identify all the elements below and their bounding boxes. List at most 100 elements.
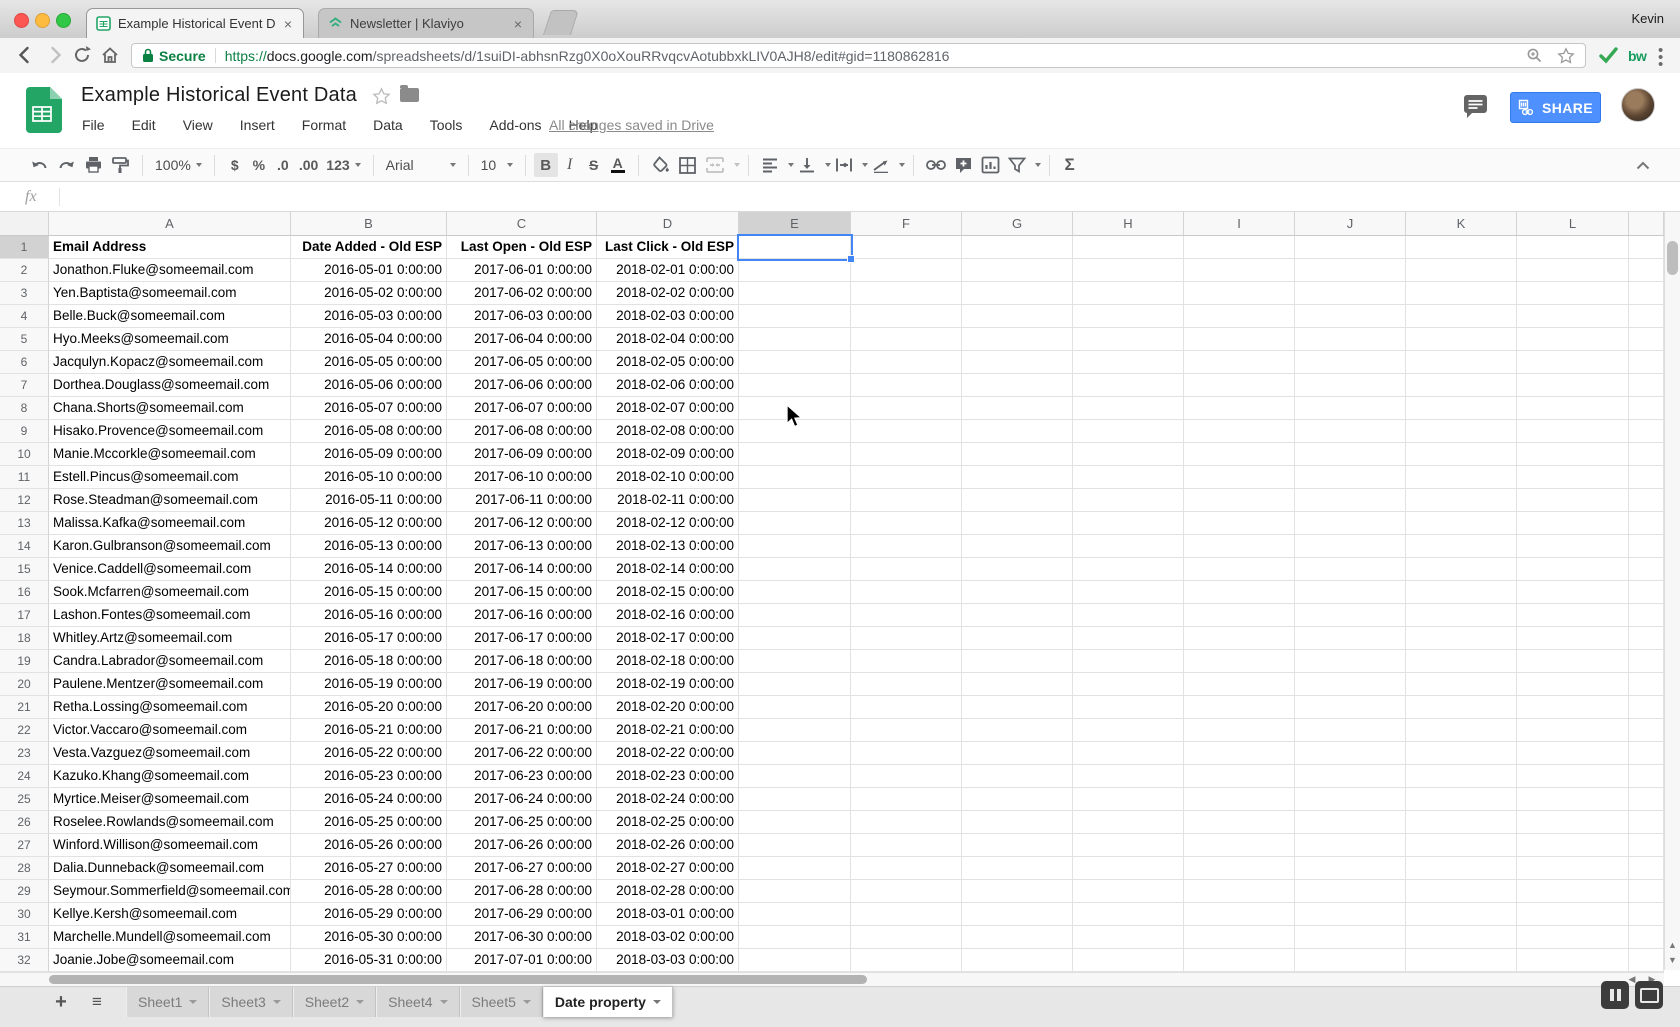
cell-A13[interactable]: Malissa.Kafka@someemail.com xyxy=(49,512,291,535)
cell-G19[interactable] xyxy=(962,650,1073,673)
cell-B12[interactable]: 2016-05-11 0:00:00 xyxy=(291,489,447,512)
cell-D8[interactable]: 2018-02-07 0:00:00 xyxy=(597,397,739,420)
cell-D15[interactable]: 2018-02-14 0:00:00 xyxy=(597,558,739,581)
font-size-select[interactable]: 10 xyxy=(477,153,517,177)
cell-C13[interactable]: 2017-06-12 0:00:00 xyxy=(447,512,597,535)
cell-K19[interactable] xyxy=(1406,650,1517,673)
cell-F12[interactable] xyxy=(851,489,962,512)
cell-C21[interactable]: 2017-06-20 0:00:00 xyxy=(447,696,597,719)
cell-A8[interactable]: Chana.Shorts@someemail.com xyxy=(49,397,291,420)
cell-K32[interactable] xyxy=(1406,949,1517,972)
cell-C7[interactable]: 2017-06-06 0:00:00 xyxy=(447,374,597,397)
cell-I27[interactable] xyxy=(1184,834,1295,857)
zoom-page-icon[interactable] xyxy=(1526,47,1543,64)
cell-G6[interactable] xyxy=(962,351,1073,374)
cell-E21[interactable] xyxy=(739,696,851,719)
cell-J3[interactable] xyxy=(1295,282,1406,305)
text-color-button[interactable]: A xyxy=(606,153,630,177)
cell-D2[interactable]: 2018-02-01 0:00:00 xyxy=(597,259,739,282)
cell-J13[interactable] xyxy=(1295,512,1406,535)
cell-D23[interactable]: 2018-02-22 0:00:00 xyxy=(597,742,739,765)
cell-E17[interactable] xyxy=(739,604,851,627)
cell-I11[interactable] xyxy=(1184,466,1295,489)
cell-B14[interactable]: 2016-05-13 0:00:00 xyxy=(291,535,447,558)
cell-D30[interactable]: 2018-03-01 0:00:00 xyxy=(597,903,739,926)
cell-I10[interactable] xyxy=(1184,443,1295,466)
row-header-1[interactable]: 1 xyxy=(0,236,49,259)
cell-A12[interactable]: Rose.Steadman@someemail.com xyxy=(49,489,291,512)
cell-partial[interactable] xyxy=(1629,834,1664,857)
cell-I8[interactable] xyxy=(1184,397,1295,420)
cell-partial[interactable] xyxy=(1629,903,1664,926)
cell-A6[interactable]: Jacqulyn.Kopacz@someemail.com xyxy=(49,351,291,374)
cell-B25[interactable]: 2016-05-24 0:00:00 xyxy=(291,788,447,811)
cell-L19[interactable] xyxy=(1517,650,1629,673)
share-button[interactable]: SHARE xyxy=(1510,92,1601,123)
cell-H28[interactable] xyxy=(1073,857,1184,880)
cell-L11[interactable] xyxy=(1517,466,1629,489)
cell-A4[interactable]: Belle.Buck@someemail.com xyxy=(49,305,291,328)
cell-G31[interactable] xyxy=(962,926,1073,949)
cell-J20[interactable] xyxy=(1295,673,1406,696)
cell-C3[interactable]: 2017-06-02 0:00:00 xyxy=(447,282,597,305)
cell-B20[interactable]: 2016-05-19 0:00:00 xyxy=(291,673,447,696)
cell-L4[interactable] xyxy=(1517,305,1629,328)
cell-A25[interactable]: Myrtice.Meiser@someemail.com xyxy=(49,788,291,811)
reload-icon[interactable] xyxy=(71,44,93,66)
cell-G28[interactable] xyxy=(962,857,1073,880)
cell-I31[interactable] xyxy=(1184,926,1295,949)
cell-K2[interactable] xyxy=(1406,259,1517,282)
cell-D25[interactable]: 2018-02-24 0:00:00 xyxy=(597,788,739,811)
cell-D20[interactable]: 2018-02-19 0:00:00 xyxy=(597,673,739,696)
cell-G24[interactable] xyxy=(962,765,1073,788)
column-header-c[interactable]: C xyxy=(447,212,597,236)
menu-view[interactable]: View xyxy=(183,117,213,133)
cell-I7[interactable] xyxy=(1184,374,1295,397)
cell-partial[interactable] xyxy=(1629,696,1664,719)
cell-E11[interactable] xyxy=(739,466,851,489)
cell-F29[interactable] xyxy=(851,880,962,903)
cell-A7[interactable]: Dorthea.Douglass@someemail.com xyxy=(49,374,291,397)
cell-H13[interactable] xyxy=(1073,512,1184,535)
cell-C17[interactable]: 2017-06-16 0:00:00 xyxy=(447,604,597,627)
cell-partial[interactable] xyxy=(1629,236,1664,259)
insert-link-button[interactable] xyxy=(922,153,950,177)
cell-H2[interactable] xyxy=(1073,259,1184,282)
cell-C27[interactable]: 2017-06-26 0:00:00 xyxy=(447,834,597,857)
cell-K15[interactable] xyxy=(1406,558,1517,581)
font-family-select[interactable]: Arial xyxy=(382,153,460,177)
cell-partial[interactable] xyxy=(1629,673,1664,696)
cell-H18[interactable] xyxy=(1073,627,1184,650)
cell-C18[interactable]: 2017-06-17 0:00:00 xyxy=(447,627,597,650)
star-document-icon[interactable] xyxy=(372,87,391,106)
cell-D10[interactable]: 2018-02-09 0:00:00 xyxy=(597,443,739,466)
cell-H16[interactable] xyxy=(1073,581,1184,604)
column-header-f[interactable]: F xyxy=(851,212,962,236)
cell-K29[interactable] xyxy=(1406,880,1517,903)
cell-F32[interactable] xyxy=(851,949,962,972)
cell-K25[interactable] xyxy=(1406,788,1517,811)
cell-I22[interactable] xyxy=(1184,719,1295,742)
cell-E30[interactable] xyxy=(739,903,851,926)
cell-H8[interactable] xyxy=(1073,397,1184,420)
cell-partial[interactable] xyxy=(1629,328,1664,351)
cell-I20[interactable] xyxy=(1184,673,1295,696)
tab-close-icon[interactable]: × xyxy=(282,17,294,31)
cell-G17[interactable] xyxy=(962,604,1073,627)
cell-K27[interactable] xyxy=(1406,834,1517,857)
cell-F21[interactable] xyxy=(851,696,962,719)
cell-K6[interactable] xyxy=(1406,351,1517,374)
cell-G18[interactable] xyxy=(962,627,1073,650)
cell-A24[interactable]: Kazuko.Khang@someemail.com xyxy=(49,765,291,788)
cell-B4[interactable]: 2016-05-03 0:00:00 xyxy=(291,305,447,328)
cell-A20[interactable]: Paulene.Mentzer@someemail.com xyxy=(49,673,291,696)
cell-I24[interactable] xyxy=(1184,765,1295,788)
cell-A30[interactable]: Kellye.Kersh@someemail.com xyxy=(49,903,291,926)
cell-H11[interactable] xyxy=(1073,466,1184,489)
cell-B7[interactable]: 2016-05-06 0:00:00 xyxy=(291,374,447,397)
cell-I17[interactable] xyxy=(1184,604,1295,627)
cell-D6[interactable]: 2018-02-05 0:00:00 xyxy=(597,351,739,374)
cell-K18[interactable] xyxy=(1406,627,1517,650)
cell-C8[interactable]: 2017-06-07 0:00:00 xyxy=(447,397,597,420)
row-header-17[interactable]: 17 xyxy=(0,604,49,627)
